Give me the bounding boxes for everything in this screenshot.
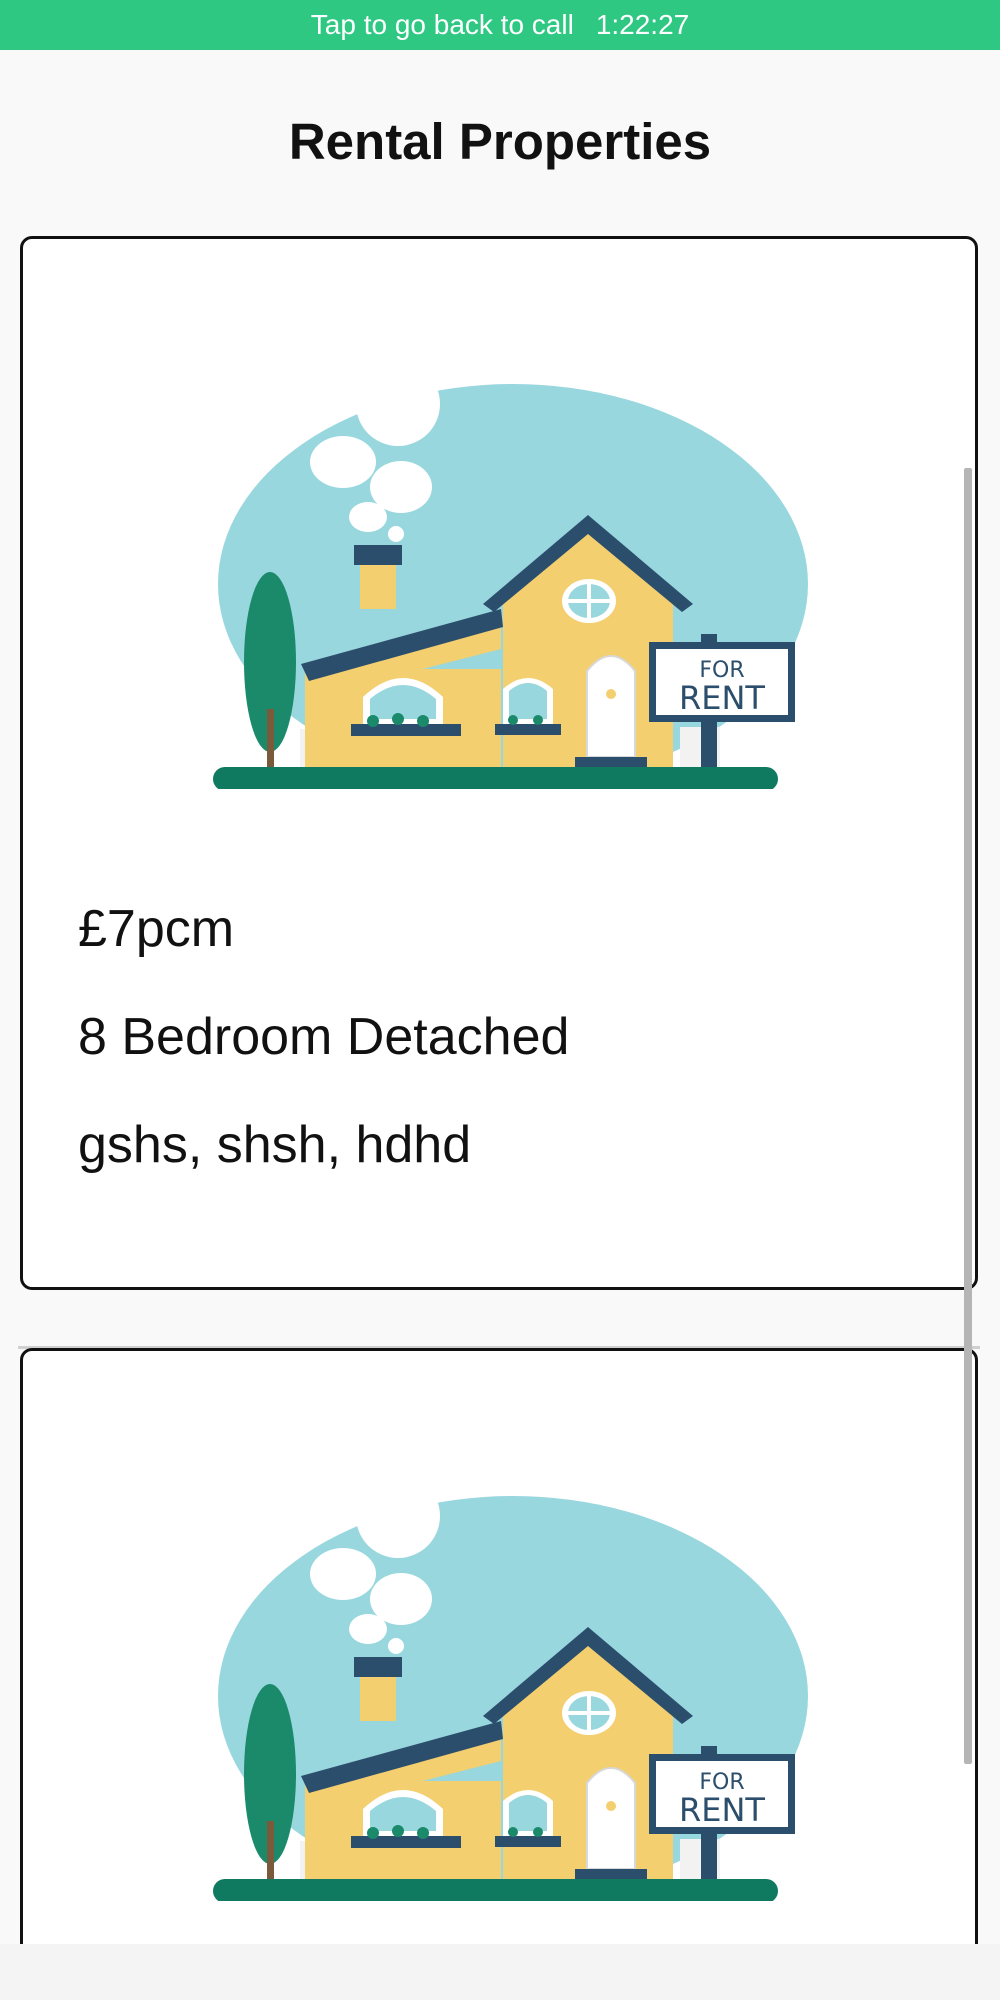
property-card[interactable]: FOR RENT [20,1348,978,1944]
house-for-rent-illustration: FOR RENT [213,379,808,789]
bottom-area [0,1944,1000,2000]
house-for-rent-illustration: FOR RENT [213,1491,808,1901]
call-bar-text: Tap to go back to call [310,9,574,40]
page-title: Rental Properties [288,113,712,170]
property-list[interactable]: FOR RENT £7pcm 8 Bedroom Detached gshs, … [0,228,1000,1944]
list-scrollbar[interactable] [964,468,972,1764]
call-timer: 1:22:27 [595,9,690,40]
return-to-call-bar[interactable]: Tap to go back to call 1:22:27 [0,0,1000,50]
for-rent-sign-line2: RENT [679,1791,765,1829]
for-rent-sign-line2: RENT [679,679,765,717]
property-card[interactable]: FOR RENT £7pcm 8 Bedroom Detached gshs, … [20,236,978,1290]
listing-type: 8 Bedroom Detached [78,1008,570,1066]
listing-price: £7pcm [78,900,235,958]
listing-address: gshs, shsh, hdhd [78,1116,472,1174]
